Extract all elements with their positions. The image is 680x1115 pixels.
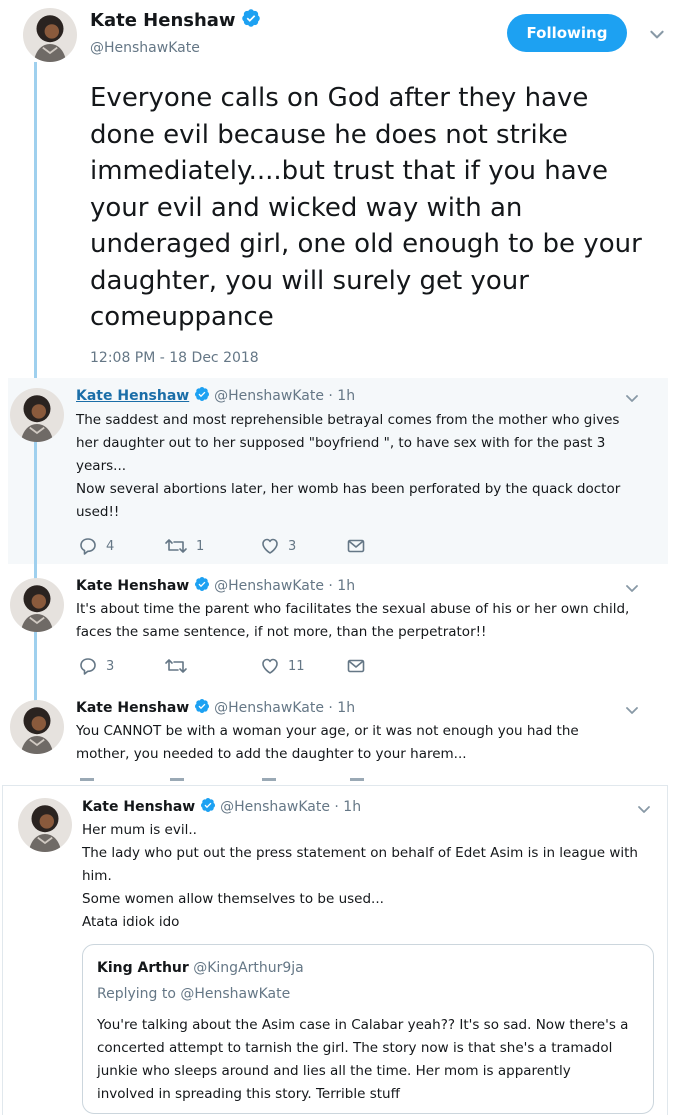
text-line: Some women allow themselves to be used..… xyxy=(82,891,384,907)
text-line: The lady who put out the press statement… xyxy=(82,845,638,861)
text-line: concerted attempt to tarnish the girl. T… xyxy=(97,1040,613,1056)
tweet-time[interactable]: · 1h xyxy=(328,700,355,716)
reply-icon xyxy=(78,656,98,676)
reply-text: You CANNOT be with a woman your age, or … xyxy=(76,720,579,766)
direct-message-action[interactable] xyxy=(346,536,366,556)
like-action[interactable]: 11 xyxy=(260,656,305,676)
chevron-down-icon[interactable] xyxy=(624,580,640,596)
tweet-timestamp[interactable]: 12:08 PM - 18 Dec 2018 xyxy=(90,350,259,366)
verified-badge-icon xyxy=(200,797,216,813)
text-line: used!! xyxy=(76,504,120,520)
author-handle[interactable]: @HenshawKate xyxy=(214,700,324,716)
quoted-text: You're talking about the Asim case in Ca… xyxy=(97,1014,628,1106)
text-line: You CANNOT be with a woman your age, or … xyxy=(76,723,579,739)
author-name[interactable]: Kate Henshaw xyxy=(82,799,195,815)
retweet-action[interactable] xyxy=(164,656,188,676)
direct-message-icon xyxy=(346,656,366,676)
reply-header: Kate Henshaw @HenshawKate · 1h xyxy=(76,698,355,716)
verified-badge-icon xyxy=(194,698,210,714)
author-handle[interactable]: @HenshawKate xyxy=(214,388,324,404)
text-line: Atata idiok ido xyxy=(82,914,180,930)
author-name[interactable]: Kate Henshaw xyxy=(76,578,189,594)
text-line: involved in spreading this story. Terrib… xyxy=(97,1086,400,1102)
reply-icon xyxy=(78,536,98,556)
author-handle[interactable]: @HenshawKate xyxy=(214,578,324,594)
quoted-author-handle[interactable]: @KingArthur9ja xyxy=(193,960,304,976)
verified-badge-icon xyxy=(241,8,261,28)
thread-connector-line xyxy=(34,630,37,706)
text-line: Now several abortions later, her womb ha… xyxy=(76,481,621,497)
like-count: 11 xyxy=(288,658,305,674)
author-name[interactable]: Kate Henshaw xyxy=(76,388,189,404)
like-icon xyxy=(260,656,280,676)
quoted-author-name[interactable]: King Arthur xyxy=(97,960,189,976)
reply-count: 3 xyxy=(106,658,115,674)
reply-text: The saddest and most reprehensible betra… xyxy=(76,409,620,524)
author-name[interactable]: Kate Henshaw xyxy=(76,700,189,716)
tweet-text: Everyone calls on God after they have do… xyxy=(90,83,642,332)
text-line: her daughter out to her supposed "boyfri… xyxy=(76,435,606,451)
tweet-time[interactable]: · 1h xyxy=(328,578,355,594)
chevron-down-icon[interactable] xyxy=(648,25,666,43)
avatar[interactable] xyxy=(23,8,77,62)
direct-message-action[interactable] xyxy=(346,656,366,676)
reply-header: Kate Henshaw @HenshawKate · 1h xyxy=(82,797,361,815)
quoted-tweet-header: King Arthur @KingArthur9ja xyxy=(97,960,304,976)
thread-connector-line xyxy=(34,440,37,580)
avatar[interactable] xyxy=(10,388,64,442)
direct-message-icon xyxy=(346,536,366,556)
retweet-icon xyxy=(164,536,188,556)
text-line: faces the same sentence, if not more, th… xyxy=(76,624,487,640)
tweet-time[interactable]: · 1h xyxy=(328,388,355,404)
avatar[interactable] xyxy=(18,798,72,852)
text-line: mother, you needed to add the daughter t… xyxy=(76,746,467,762)
text-line: him. xyxy=(82,868,112,884)
retweet-action[interactable]: 1 xyxy=(164,536,204,556)
retweet-count: 1 xyxy=(196,538,205,554)
text-line: junkie who sleeps around and lies all th… xyxy=(97,1063,571,1079)
reply-count: 4 xyxy=(106,538,115,554)
text-line: It's about time the parent who facilitat… xyxy=(76,601,630,617)
reply-action[interactable]: 3 xyxy=(78,656,114,676)
following-button[interactable]: Following xyxy=(507,14,627,52)
like-count: 3 xyxy=(288,538,297,554)
text-line: You're talking about the Asim case in Ca… xyxy=(97,1017,629,1033)
avatar[interactable] xyxy=(10,578,64,632)
main-tweet-author[interactable]: Kate Henshaw xyxy=(90,8,261,31)
chevron-down-icon[interactable] xyxy=(636,801,652,817)
verified-badge-icon xyxy=(194,386,210,402)
chevron-down-icon[interactable] xyxy=(624,390,640,406)
retweet-icon xyxy=(164,656,188,676)
author-name[interactable]: Kate Henshaw xyxy=(90,10,236,31)
reply-header: Kate Henshaw @HenshawKate · 1h xyxy=(76,386,355,404)
reply-header: Kate Henshaw @HenshawKate · 1h xyxy=(76,576,355,594)
chevron-down-icon[interactable] xyxy=(624,702,640,718)
thread-connector-line xyxy=(34,62,37,378)
tweet-time[interactable]: · 1h xyxy=(334,799,361,815)
cropped-action-row xyxy=(80,778,380,781)
reply-text: It's about time the parent who facilitat… xyxy=(76,598,629,644)
author-handle[interactable]: @HenshawKate xyxy=(220,799,330,815)
reply-text: Her mum is evil.. The lady who put out t… xyxy=(82,819,638,934)
text-line: The saddest and most reprehensible betra… xyxy=(76,412,620,428)
like-icon xyxy=(260,536,280,556)
verified-badge-icon xyxy=(194,576,210,592)
replying-to-label[interactable]: Replying to @HenshawKate xyxy=(97,986,290,1002)
text-line: Her mum is evil.. xyxy=(82,822,197,838)
author-handle[interactable]: @HenshawKate xyxy=(90,40,200,56)
text-line: years... xyxy=(76,458,127,474)
like-action[interactable]: 3 xyxy=(260,536,296,556)
reply-action[interactable]: 4 xyxy=(78,536,114,556)
avatar[interactable] xyxy=(10,700,64,754)
